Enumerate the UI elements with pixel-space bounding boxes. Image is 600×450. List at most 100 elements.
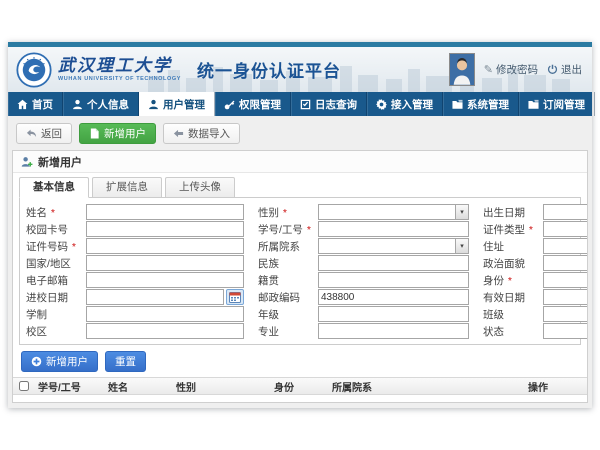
nav-tab-permission-management[interactable]: 权限管理 xyxy=(215,92,291,116)
main-nav: 首页个人信息用户管理权限管理日志查询接入管理 系统管理订阅管理 xyxy=(8,92,592,116)
back-button[interactable]: 返回 xyxy=(16,123,72,144)
nav-tab-user-management[interactable]: 用户管理 xyxy=(139,92,215,116)
data-import-button[interactable]: 数据导入 xyxy=(163,123,240,144)
field-name: 姓名 * xyxy=(26,204,244,220)
toolbar: 返回 新增用户 数据导入 xyxy=(8,116,592,150)
data-import-button-label: 数据导入 xyxy=(188,126,230,141)
field-political-status: 政治面貌 xyxy=(483,255,588,271)
nav-tab-home[interactable]: 首页 xyxy=(8,92,63,116)
basic-info-form: 姓名 *性别 *▾出生日期校园卡号学号/工号 *证件类型 *证件号码 *所属院系… xyxy=(19,197,581,345)
new-user-panel: 新增用户 基本信息扩展信息上传头像 姓名 *性别 *▾出生日期校园卡号学号/工号… xyxy=(12,150,588,403)
required-asterisk: * xyxy=(69,241,76,253)
nav-tab-access-management[interactable]: 接入管理 xyxy=(367,92,443,116)
enroll-date-calendar-button[interactable] xyxy=(226,289,244,305)
gender-dropdown-button[interactable]: ▾ xyxy=(455,204,469,220)
country-region-label: 国家/地区 xyxy=(26,256,86,271)
field-id-number: 证件号码 * xyxy=(26,238,244,254)
nav-tab-label: 系统管理 xyxy=(467,97,509,112)
political-status-input[interactable] xyxy=(543,255,588,271)
identity-input[interactable] xyxy=(543,272,588,288)
nav-tab-log-query[interactable]: 日志查询 xyxy=(291,92,367,116)
select-all-checkbox[interactable] xyxy=(19,381,29,391)
ethnicity-input[interactable] xyxy=(318,255,469,271)
gender-input[interactable] xyxy=(318,204,455,220)
avatar[interactable] xyxy=(449,53,475,86)
user-icon xyxy=(148,99,159,110)
folder-icon xyxy=(452,99,463,110)
email-input[interactable] xyxy=(86,272,244,288)
campus-label: 校区 xyxy=(26,324,86,339)
home-icon xyxy=(17,99,28,110)
pencil-icon: ✎ xyxy=(484,65,493,75)
logout-link[interactable]: 退出 xyxy=(547,62,582,77)
field-campus-card-no: 校园卡号 xyxy=(26,221,244,237)
nav-tab-system-management[interactable]: 系统管理 xyxy=(443,92,519,116)
tab-extended-info[interactable]: 扩展信息 xyxy=(92,177,162,198)
add-user-section-icon xyxy=(21,156,33,168)
id-type-input[interactable] xyxy=(543,221,588,237)
grade-input[interactable] xyxy=(318,306,469,322)
campus-card-no-input[interactable] xyxy=(86,221,244,237)
add-user-button[interactable]: 新增用户 xyxy=(79,123,156,144)
reset-button[interactable]: 重置 xyxy=(105,351,146,372)
status-input[interactable] xyxy=(543,323,588,339)
postal-code-input[interactable] xyxy=(318,289,469,305)
class-input[interactable] xyxy=(543,306,588,322)
student-id-input[interactable] xyxy=(318,221,469,237)
field-ethnicity: 民族 xyxy=(258,255,469,271)
campus-card-no-label: 校园卡号 xyxy=(26,222,86,237)
department-input[interactable] xyxy=(318,238,455,254)
add-user-button-label: 新增用户 xyxy=(104,126,146,141)
tab-basic-info[interactable]: 基本信息 xyxy=(19,177,89,198)
id-number-label: 证件号码 * xyxy=(26,239,86,254)
field-class: 班级 xyxy=(483,306,588,322)
change-password-label: 修改密码 xyxy=(496,62,538,77)
page-title: 统一身份认证平台 xyxy=(197,57,341,82)
field-enroll-date: 进校日期 xyxy=(26,289,244,305)
id-type-label: 证件类型 * xyxy=(483,222,543,237)
university-name-en: WUHAN UNIVERSITY OF TECHNOLOGY xyxy=(58,76,181,82)
campus-input[interactable] xyxy=(86,323,244,339)
required-asterisk: * xyxy=(280,207,287,219)
valid-date-input[interactable] xyxy=(543,289,588,305)
field-postal-code: 邮政编码 xyxy=(258,289,469,305)
field-address: 住址 xyxy=(483,238,588,254)
add-user-doc-icon xyxy=(89,128,100,139)
field-major: 专业 xyxy=(258,323,469,339)
logout-label: 退出 xyxy=(561,62,582,77)
nav-tab-profile[interactable]: 个人信息 xyxy=(63,92,139,116)
ethnicity-label: 民族 xyxy=(258,256,318,271)
university-branding: 武汉理工大学 WUHAN UNIVERSITY OF TECHNOLOGY xyxy=(58,57,181,82)
field-status: 状态 xyxy=(483,323,588,339)
birth-date-input[interactable] xyxy=(543,204,588,220)
content-area: 返回 新增用户 数据导入 xyxy=(8,116,592,408)
native-place-label: 籍贯 xyxy=(258,273,318,288)
nav-tab-label: 首页 xyxy=(32,97,53,112)
table-header-identity: 身份 xyxy=(271,379,329,394)
change-password-link[interactable]: ✎ 修改密码 xyxy=(484,62,538,77)
gender-label: 性别 * xyxy=(258,205,318,220)
address-input[interactable] xyxy=(543,238,588,254)
native-place-input[interactable] xyxy=(318,272,469,288)
back-arrow-icon xyxy=(26,128,37,139)
id-number-input[interactable] xyxy=(86,238,244,254)
import-arrow-icon xyxy=(173,128,184,139)
major-input[interactable] xyxy=(318,323,469,339)
user-icon xyxy=(72,99,83,110)
field-country-region: 国家/地区 xyxy=(26,255,244,271)
table-header-department: 所属院系 xyxy=(329,379,525,394)
field-email: 电子邮箱 xyxy=(26,272,244,288)
enroll-date-input[interactable] xyxy=(86,289,224,305)
university-logo xyxy=(16,52,52,88)
class-label: 班级 xyxy=(483,307,543,322)
name-input[interactable] xyxy=(86,204,244,220)
nav-tab-subscription-management[interactable]: 订阅管理 xyxy=(519,92,595,116)
postal-code-label: 邮政编码 xyxy=(258,290,318,305)
schooling-length-input[interactable] xyxy=(86,306,244,322)
enroll-date-label: 进校日期 xyxy=(26,290,86,305)
tab-upload-avatar[interactable]: 上传头像 xyxy=(165,177,235,198)
country-region-input[interactable] xyxy=(86,255,244,271)
student-id-label: 学号/工号 * xyxy=(258,222,318,237)
department-dropdown-button[interactable]: ▾ xyxy=(455,238,469,254)
submit-add-user-button[interactable]: 新增用户 xyxy=(21,351,98,372)
